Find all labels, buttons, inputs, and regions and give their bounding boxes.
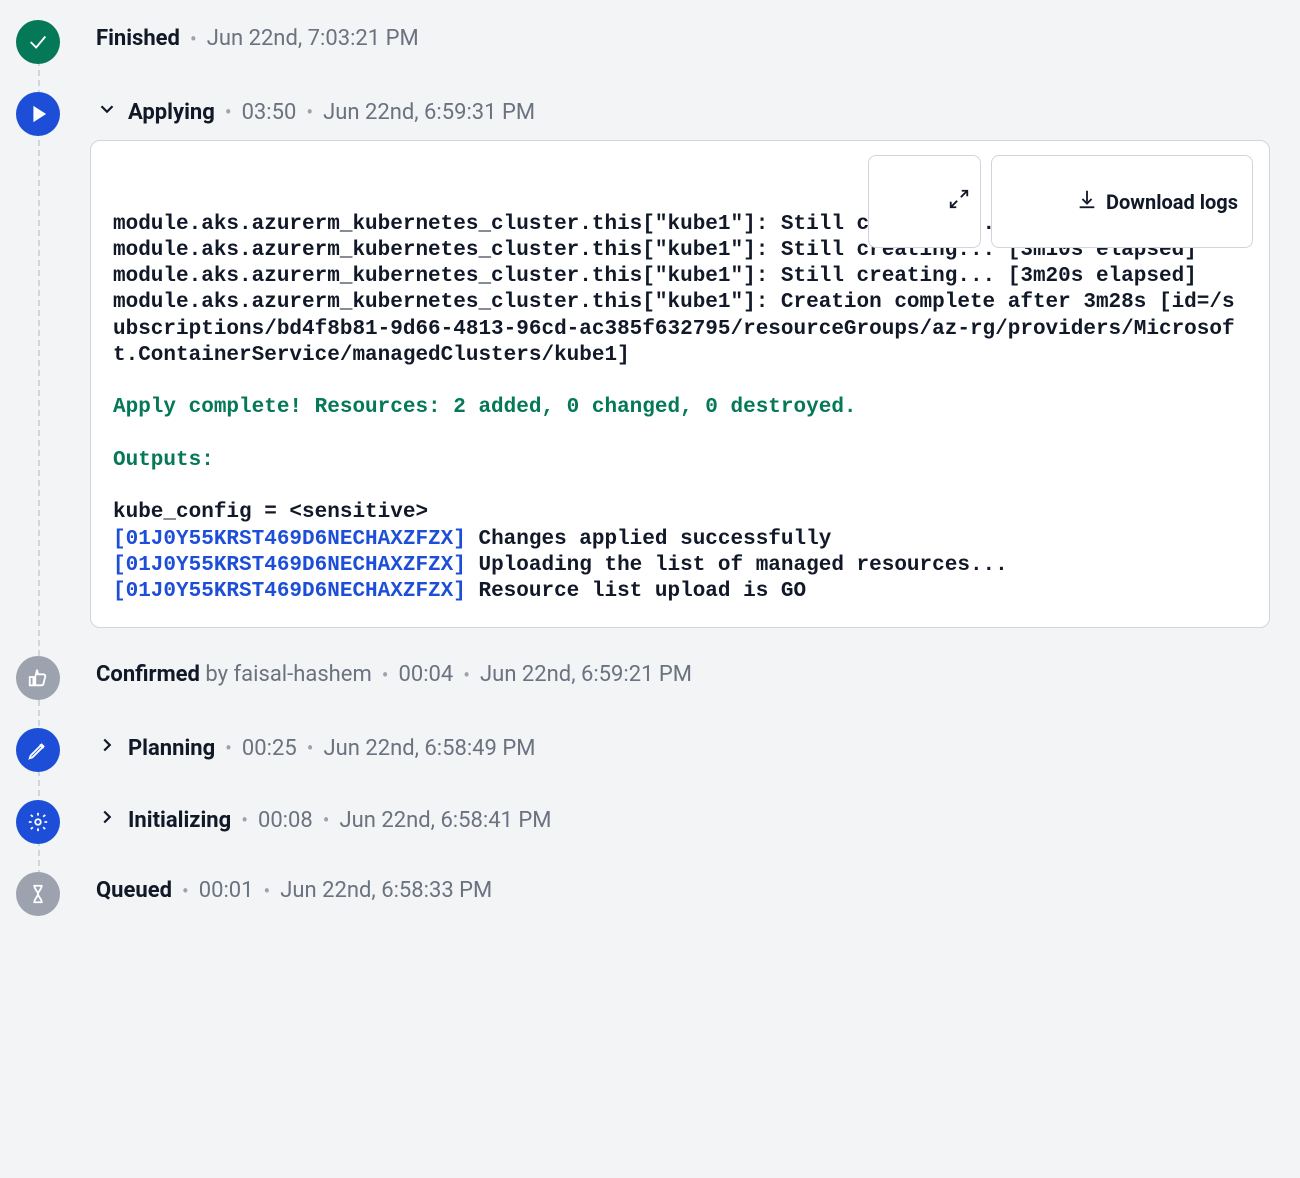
log-line: [01J0Y55KRST469D6NECHAXZFZX] Changes app… (113, 528, 831, 551)
step-header-applying[interactable]: Applying • 03:50 • Jun 22nd, 6:59:31 PM (96, 98, 1270, 126)
step-applying: Applying • 03:50 • Jun 22nd, 6:59:31 PM (16, 92, 1270, 628)
chevron-right-icon[interactable] (96, 806, 118, 834)
step-duration: 00:01 (199, 878, 254, 903)
separator-dot: • (306, 100, 313, 124)
step-initializing: Initializing • 00:08 • Jun 22nd, 6:58:41… (16, 800, 1270, 844)
check-icon (16, 20, 60, 64)
step-timestamp: Jun 22nd, 6:59:31 PM (323, 100, 535, 125)
step-header-planning[interactable]: Planning • 00:25 • Jun 22nd, 6:58:49 PM (96, 734, 1270, 762)
step-header-finished: Finished • Jun 22nd, 7:03:21 PM (96, 26, 1270, 51)
download-icon (1006, 164, 1098, 239)
separator-dot: • (190, 27, 197, 51)
separator-dot: • (307, 736, 314, 760)
log-panel: Download logs module.aks.azurerm_kuberne… (90, 140, 1270, 628)
step-timestamp: Jun 22nd, 6:59:21 PM (480, 662, 692, 687)
step-timestamp: Jun 22nd, 6:58:41 PM (340, 808, 552, 833)
step-timestamp: Jun 22nd, 7:03:21 PM (207, 26, 419, 51)
gear-icon (16, 800, 60, 844)
log-line: Apply complete! Resources: 2 added, 0 ch… (113, 396, 857, 419)
play-icon (16, 92, 60, 136)
run-timeline: Finished • Jun 22nd, 7:03:21 PM Applying… (16, 20, 1270, 916)
step-title: Confirmed by faisal-hashem (96, 662, 372, 687)
step-title: Planning (128, 736, 215, 761)
log-msg: Changes applied successfully (466, 528, 831, 551)
confirmed-user: faisal-hashem (234, 662, 372, 687)
log-line: module.aks.azurerm_kubernetes_cluster.th… (113, 291, 1235, 367)
step-queued: Queued • 00:01 • Jun 22nd, 6:58:33 PM (16, 872, 1270, 916)
log-line: [01J0Y55KRST469D6NECHAXZFZX] Uploading t… (113, 554, 1008, 577)
pencil-icon (16, 728, 60, 772)
step-title: Applying (128, 100, 215, 125)
log-tag: [01J0Y55KRST469D6NECHAXZFZX] (113, 528, 466, 551)
separator-dot: • (463, 663, 470, 687)
log-line: [01J0Y55KRST469D6NECHAXZFZX] Resource li… (113, 580, 806, 603)
expand-button[interactable] (868, 155, 982, 248)
step-header-initializing[interactable]: Initializing • 00:08 • Jun 22nd, 6:58:41… (96, 806, 1270, 834)
log-tag: [01J0Y55KRST469D6NECHAXZFZX] (113, 580, 466, 603)
step-timestamp: Jun 22nd, 6:58:33 PM (280, 878, 492, 903)
separator-dot: • (225, 736, 232, 760)
hourglass-icon (16, 872, 60, 916)
step-planning: Planning • 00:25 • Jun 22nd, 6:58:49 PM (16, 728, 1270, 772)
step-duration: 03:50 (242, 100, 297, 125)
separator-dot: • (241, 808, 248, 832)
separator-dot: • (382, 663, 389, 687)
thumbs-up-icon (16, 656, 60, 700)
step-duration: 00:04 (399, 662, 454, 687)
step-timestamp: Jun 22nd, 6:58:49 PM (323, 736, 535, 761)
step-duration: 00:08 (258, 808, 313, 833)
step-title: Finished (96, 26, 180, 51)
separator-dot: • (323, 808, 330, 832)
separator-dot: • (264, 879, 271, 903)
log-line: kube_config = <sensitive> (113, 501, 428, 524)
step-duration: 00:25 (242, 736, 297, 761)
step-finished: Finished • Jun 22nd, 7:03:21 PM (16, 20, 1270, 64)
download-logs-label: Download logs (1106, 190, 1238, 214)
step-title: Initializing (128, 808, 231, 833)
log-msg: Resource list upload is GO (466, 580, 806, 603)
separator-dot: • (182, 879, 189, 903)
step-confirmed: Confirmed by faisal-hashem • 00:04 • Jun… (16, 656, 1270, 700)
chevron-right-icon[interactable] (96, 734, 118, 762)
log-line: module.aks.azurerm_kubernetes_cluster.th… (113, 265, 1197, 288)
separator-dot: • (225, 100, 232, 124)
expand-icon (879, 164, 971, 239)
step-header-confirmed: Confirmed by faisal-hashem • 00:04 • Jun… (96, 662, 1270, 687)
log-line: Outputs: (113, 449, 214, 472)
log-msg: Uploading the list of managed resources.… (466, 554, 1008, 577)
log-tag: [01J0Y55KRST469D6NECHAXZFZX] (113, 554, 466, 577)
download-logs-button[interactable]: Download logs (991, 155, 1253, 248)
chevron-down-icon[interactable] (96, 98, 118, 126)
step-title: Queued (96, 878, 172, 903)
step-header-queued: Queued • 00:01 • Jun 22nd, 6:58:33 PM (96, 878, 1270, 903)
